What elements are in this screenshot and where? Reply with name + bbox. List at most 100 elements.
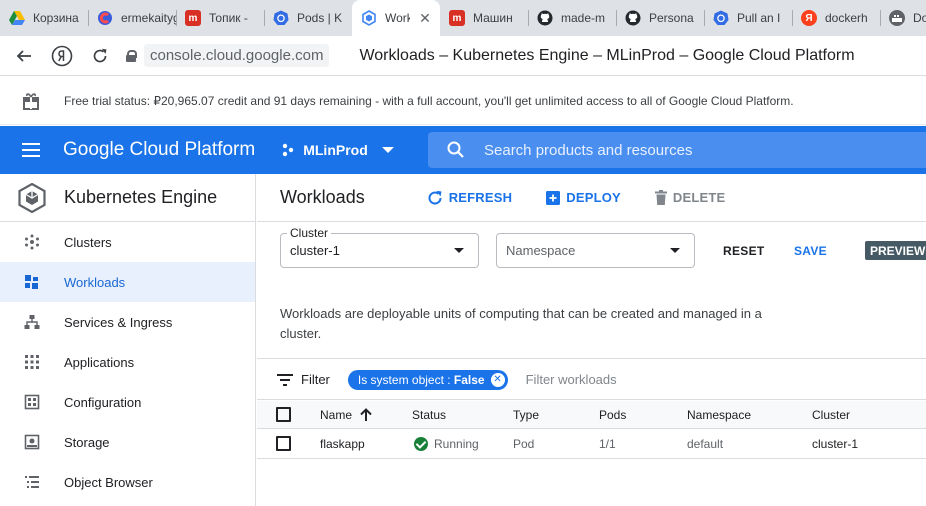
m-favicon: m [185, 10, 201, 26]
workloads-description: Workloads are deployable units of comput… [280, 306, 762, 341]
status-cell: Running [414, 436, 479, 451]
tab-label: dockerh [825, 11, 868, 25]
browser-tab-pods[interactable]: Pods | K [264, 0, 352, 36]
divider [257, 358, 926, 359]
address-bar: console.cloud.google.com Workloads – Kub… [0, 36, 926, 76]
kubernetes-icon [273, 10, 289, 26]
gift-icon [22, 92, 40, 110]
yandex-button[interactable] [48, 42, 76, 70]
docker-icon [889, 10, 905, 26]
column-header-cluster[interactable]: Cluster [812, 408, 850, 422]
workload-name-link[interactable]: flaskapp [320, 437, 365, 451]
sidebar-item-applications[interactable]: Applications [0, 342, 255, 382]
sidebar-item-configuration[interactable]: Configuration [0, 382, 255, 422]
dropdown-caret-icon [454, 248, 464, 253]
chip-value: False [453, 372, 485, 387]
namespace-select[interactable]: Namespace [496, 233, 695, 268]
refresh-button[interactable]: REFRESH [427, 190, 513, 206]
browser-tab-personal[interactable]: Persona [616, 0, 704, 36]
sidebar-item-label: Configuration [64, 394, 142, 410]
browser-tab-docker[interactable]: Do [880, 0, 926, 36]
refresh-label: REFRESH [448, 190, 513, 205]
reload-button[interactable] [86, 42, 114, 70]
applications-icon [24, 354, 40, 370]
filter-workloads-input[interactable]: Filter workloads [526, 372, 617, 387]
check-circle-icon [414, 436, 428, 451]
search-bar[interactable]: Search products and resources [428, 132, 926, 168]
main-content: Workloads REFRESH DEPLOY DELETE Cluster … [257, 174, 926, 506]
table-header-row: Name Status Type Pods Namespace Cluster [257, 401, 926, 429]
cluster-cell[interactable]: cluster-1 [812, 437, 858, 451]
sidebar-item-workloads[interactable]: Workloads [0, 262, 255, 302]
gcp-header: Google Cloud Platform MLinProd Search pr… [0, 126, 926, 174]
deploy-button[interactable]: DEPLOY [546, 190, 621, 205]
browser-tab-made[interactable]: made-m [528, 0, 616, 36]
browser-tab-dockerhub[interactable]: Я dockerh [792, 0, 880, 36]
column-header-name[interactable]: Name [320, 408, 372, 422]
column-header-namespace[interactable]: Namespace [687, 408, 751, 422]
trash-icon [654, 190, 667, 205]
sidebar-item-label: Applications [64, 354, 135, 370]
search-icon [447, 141, 464, 158]
browser-tab-workloads[interactable]: Work ✕ [352, 0, 440, 36]
search-input[interactable]: Search products and resources [484, 142, 692, 159]
gcp-title[interactable]: Google Cloud Platform [63, 139, 255, 161]
sidebar-item-object-browser[interactable]: Object Browser [0, 462, 255, 502]
sidebar-item-label: Object Browser [64, 474, 153, 490]
sidebar-item-label: Workloads [64, 274, 126, 290]
filter-button[interactable]: Filter [277, 372, 330, 387]
workloads-table: Name Status Type Pods Namespace Cluster … [257, 401, 926, 459]
cluster-field-label: Cluster [287, 226, 332, 240]
sidebar-item-storage[interactable]: Storage [0, 422, 255, 462]
project-selector[interactable]: MLinProd [281, 142, 394, 158]
browser-tab-pull[interactable]: Pull an I [704, 0, 792, 36]
chip-close-icon[interactable]: ✕ [490, 372, 505, 387]
clusters-icon [24, 234, 40, 250]
workloads-icon [24, 274, 40, 290]
workloads-title: Workloads [280, 187, 365, 207]
trial-banner: Free trial status: ₽20,965.07 credit and… [0, 77, 926, 125]
close-icon[interactable]: ✕ [418, 10, 432, 27]
browser-tab-topic[interactable]: m Топик - [176, 0, 264, 36]
reload-icon [93, 48, 107, 62]
preview-badge: PREVIEW [865, 241, 926, 260]
sidebar-item-label: Services & Ingress [64, 314, 173, 330]
sidebar-item-label: Storage [64, 434, 110, 450]
deploy-label: DEPLOY [566, 190, 621, 205]
kubernetes-icon [713, 10, 729, 26]
cluster-select[interactable]: Cluster cluster-1 [280, 226, 479, 268]
yandex-icon: Я [801, 10, 817, 26]
browser-tab-mashin[interactable]: m Машин [440, 0, 528, 36]
github-icon [537, 10, 553, 26]
google-drive-icon [9, 10, 25, 26]
menu-icon[interactable] [22, 143, 40, 157]
column-header-pods[interactable]: Pods [599, 408, 626, 422]
services-icon [24, 314, 40, 330]
select-all-checkbox[interactable] [276, 407, 291, 422]
tab-label: ermekaitygulov [121, 11, 176, 25]
object-browser-icon [24, 474, 40, 490]
storage-icon [24, 434, 40, 450]
project-icon [283, 143, 294, 157]
sidebar-title: Kubernetes Engine [64, 187, 218, 207]
sidebar-item-services-ingress[interactable]: Services & Ingress [0, 302, 255, 342]
back-button[interactable] [10, 42, 38, 70]
browser-tab-korzina[interactable]: Корзина [0, 0, 88, 36]
configuration-icon [24, 394, 40, 410]
url-text[interactable]: console.cloud.google.com [144, 44, 330, 67]
filter-chip-system-object[interactable]: Is system object : False ✕ [347, 369, 508, 390]
omnibox[interactable]: console.cloud.google.com [126, 44, 330, 67]
row-checkbox[interactable] [276, 436, 291, 451]
save-button[interactable]: SAVE [794, 244, 827, 258]
reset-button[interactable]: RESET [723, 244, 765, 258]
chip-key: Is system object : [357, 372, 454, 387]
tab-label: Persona [649, 11, 694, 25]
type-cell: Pod [513, 436, 535, 451]
column-header-type[interactable]: Type [513, 408, 539, 422]
sidebar-item-clusters[interactable]: Clusters [0, 222, 255, 262]
filter-bar: Filter Is system object : False ✕ Filter… [257, 360, 926, 400]
delete-button[interactable]: DELETE [654, 190, 725, 205]
column-header-status[interactable]: Status [412, 408, 446, 422]
tab-label: Топик - [209, 11, 248, 25]
browser-tab-ermek[interactable]: ermekaitygulov [88, 0, 176, 36]
